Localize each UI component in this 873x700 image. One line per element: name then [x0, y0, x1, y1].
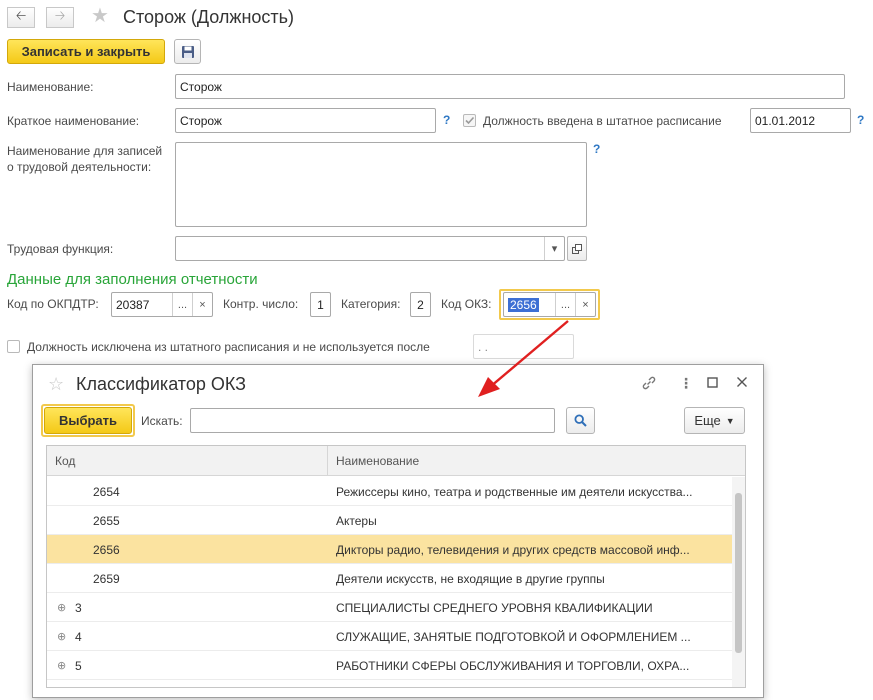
code-cell: 2654	[93, 485, 120, 499]
short-name-field[interactable]: Сторож	[175, 108, 436, 133]
staffing-date-field[interactable]: 01.01.2012	[750, 108, 851, 133]
okpdtr-clear-button[interactable]: ×	[192, 293, 212, 316]
floppy-disk-icon	[181, 45, 194, 58]
choose-label: Выбрать	[58, 413, 118, 428]
table-row[interactable]: 2659 Деятели искусств, не входящие в друг…	[47, 564, 732, 593]
okpdtr-field[interactable]: 20387 ... ×	[111, 292, 213, 317]
chevron-down-icon: ▼	[725, 415, 735, 426]
search-label: Искать:	[141, 414, 183, 428]
name-cell: СПЕЦИАЛИСТЫ СРЕДНЕГО УРОВНЯ КВАЛИФИКАЦИИ	[336, 601, 653, 615]
checkmark-icon	[465, 116, 475, 125]
table-header: Код Наименование	[47, 446, 745, 476]
okz-table: Код Наименование 2654 Режиссеры кино, теа…	[46, 445, 746, 688]
category-field[interactable]: 2	[410, 292, 431, 317]
column-divider	[327, 446, 328, 476]
expand-icon[interactable]: ⊕	[57, 601, 66, 614]
close-icon[interactable]	[736, 375, 748, 391]
save-and-close-label: Записать и закрыть	[21, 44, 151, 59]
control-number-value: 1	[317, 297, 324, 312]
name-value: Сторож	[180, 79, 222, 94]
okz-field[interactable]: 2656 ... ×	[503, 292, 596, 317]
staffing-checkbox-label: Должность введена в штатное расписание	[483, 114, 722, 128]
work-records-textarea[interactable]	[175, 142, 587, 227]
help-icon[interactable]: ?	[443, 113, 450, 127]
category-value: 2	[417, 297, 424, 312]
code-cell: 2655	[93, 514, 120, 528]
code-cell: 4	[75, 630, 82, 644]
name-cell: Дикторы радио, телевидения и других сред…	[336, 543, 690, 557]
staffing-checkbox[interactable]	[463, 114, 476, 127]
more-button[interactable]: Еще ▼	[684, 407, 745, 434]
arrow-left-icon: 🡠	[15, 7, 27, 23]
table-row[interactable]: 2656 Дикторы радио, телевидения и других …	[47, 535, 732, 564]
control-number-field[interactable]: 1	[310, 292, 331, 317]
okpdtr-select-button[interactable]: ...	[172, 293, 192, 316]
name-cell: РАБОТНИКИ СФЕРЫ ОБСЛУЖИВАНИЯ И ТОРГОВЛИ,…	[336, 659, 690, 673]
code-cell: 3	[75, 601, 82, 615]
okz-clear-button[interactable]: ×	[575, 293, 595, 316]
okz-select-button[interactable]: ...	[555, 293, 575, 316]
expand-icon[interactable]: ⊕	[57, 630, 66, 643]
okpdtr-value: 20387	[116, 297, 150, 312]
excluded-checkbox[interactable]	[7, 340, 20, 353]
annotation-arrow	[478, 320, 569, 397]
search-button[interactable]	[566, 407, 595, 434]
arrow-right-icon: 🡢	[54, 7, 66, 23]
okz-label: Код ОКЗ:	[441, 297, 492, 311]
search-icon	[574, 414, 587, 427]
page-title: Сторож (Должность)	[123, 7, 295, 27]
more-label: Еще	[694, 413, 721, 428]
maximize-icon[interactable]	[707, 375, 719, 391]
chevron-down-icon[interactable]: ▾	[544, 237, 564, 260]
control-number-label: Контр. число:	[223, 297, 299, 311]
help-icon[interactable]: ?	[857, 113, 864, 127]
okz-classifier-dialog: ☆ Классификатор ОКЗ ⋮ Выбрать Искать: Ещ…	[32, 364, 764, 698]
expand-icon[interactable]: ⊕	[57, 659, 66, 672]
work-records-label-line1: Наименование для записей	[7, 144, 163, 158]
work-records-label-line2: о трудовой деятельности:	[7, 160, 152, 174]
code-cell: 2659	[93, 572, 120, 586]
category-label: Категория:	[341, 297, 401, 311]
excluded-checkbox-label: Должность исключена из штатного расписан…	[27, 340, 430, 354]
reporting-section-title: Данные для заполнения отчетности	[7, 271, 258, 288]
name-cell: Актеры	[336, 514, 377, 528]
scrollbar-thumb[interactable]	[735, 493, 742, 653]
okpdtr-label: Код по ОКПДТР:	[7, 297, 99, 311]
open-labor-function-button[interactable]	[567, 236, 587, 261]
star-icon[interactable]: ☆	[48, 375, 64, 393]
table-row[interactable]: ⊕ 5 РАБОТНИКИ СФЕРЫ ОБСЛУЖИВАНИЯ И ТОРГОВЛ…	[47, 651, 732, 680]
short-name-value: Сторож	[180, 113, 222, 128]
name-cell: СЛУЖАЩИЕ, ЗАНЯТЫЕ ПОДГОТОВКОЙ И ОФОРМЛЕН…	[336, 630, 691, 644]
okz-value: 2656	[508, 297, 539, 312]
column-header-code[interactable]: Код	[55, 454, 75, 468]
table-row[interactable]: 2654 Режиссеры кино, театра и родственные…	[47, 477, 732, 506]
table-row[interactable]: 2655 Актеры	[47, 506, 732, 535]
more-vertical-icon[interactable]: ⋮	[679, 375, 693, 392]
name-cell: Режиссеры кино, театра и родственные им …	[336, 485, 693, 499]
back-button[interactable]: 🡠	[7, 7, 35, 28]
forward-button[interactable]: 🡢	[46, 7, 74, 28]
short-name-label: Краткое наименование:	[7, 114, 140, 128]
search-input[interactable]	[190, 408, 555, 433]
name-label: Наименование:	[7, 80, 94, 94]
star-icon[interactable]: ★	[91, 6, 109, 26]
table-row[interactable]: ⊕ 4 СЛУЖАЩИЕ, ЗАНЯТЫЕ ПОДГОТОВКОЙ И ОФОРМЛ…	[47, 622, 732, 651]
name-cell: Деятели искусств, не входящие в другие г…	[336, 572, 605, 586]
staffing-date-value: 01.01.2012	[755, 113, 816, 128]
help-icon[interactable]: ?	[593, 142, 600, 156]
column-header-name[interactable]: Наименование	[336, 454, 419, 468]
name-field[interactable]: Сторож	[175, 74, 845, 99]
open-form-icon	[572, 243, 582, 254]
code-cell: 2656	[93, 543, 120, 557]
dialog-title: Классификатор ОКЗ	[76, 374, 247, 394]
labor-function-field[interactable]: ▾	[175, 236, 565, 261]
table-row[interactable]: ⊕ 3 СПЕЦИАЛИСТЫ СРЕДНЕГО УРОВНЯ КВАЛИФИКАЦ…	[47, 593, 732, 622]
code-cell: 5	[75, 659, 82, 673]
choose-button[interactable]: Выбрать	[44, 407, 132, 434]
save-and-close-button[interactable]: Записать и закрыть	[7, 39, 165, 64]
save-button[interactable]	[174, 39, 201, 64]
link-icon[interactable]	[641, 375, 657, 394]
labor-function-label: Трудовая функция:	[7, 242, 114, 256]
vertical-scrollbar[interactable]	[732, 477, 745, 687]
